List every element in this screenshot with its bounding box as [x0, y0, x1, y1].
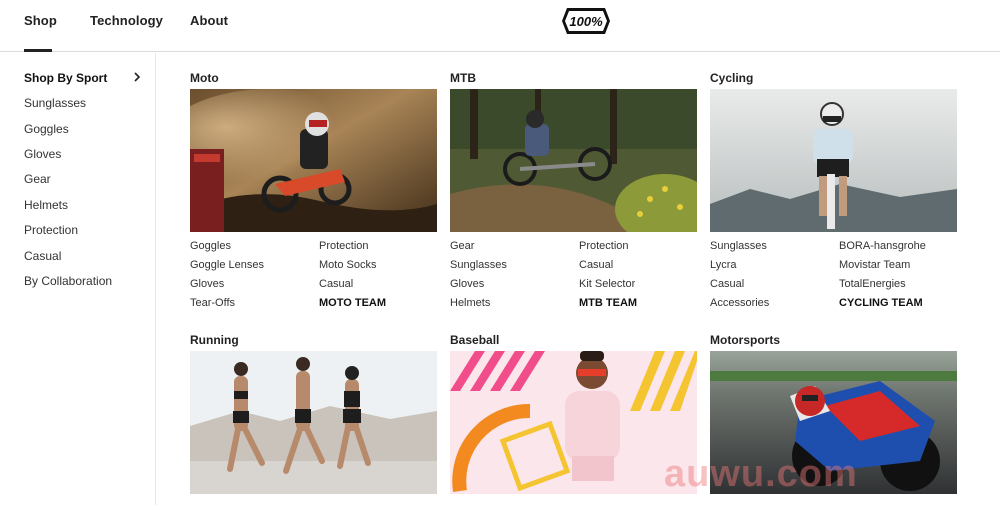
sidebar-item-gloves[interactable]: Gloves [24, 147, 61, 161]
moto-link-tear-offs[interactable]: Tear-Offs [190, 297, 235, 309]
moto-link-protection[interactable]: Protection [319, 240, 369, 252]
sidebar-item-gear[interactable]: Gear [24, 172, 51, 186]
mtb-link-helmets[interactable]: Helmets [450, 297, 490, 309]
sidebar-item-helmets[interactable]: Helmets [24, 198, 68, 212]
sport-title-baseball[interactable]: Baseball [450, 333, 499, 347]
sport-title-cycling[interactable]: Cycling [710, 71, 753, 85]
brand-logo-text: 100% [569, 14, 603, 29]
cycling-link-bora-hansgrohe[interactable]: BORA-hansgrohe [839, 240, 926, 252]
moto-link-casual[interactable]: Casual [319, 278, 353, 290]
sport-title-moto[interactable]: Moto [190, 71, 219, 85]
moto-link-goggles[interactable]: Goggles [190, 240, 231, 252]
moto-link-gloves[interactable]: Gloves [190, 278, 224, 290]
brand-logo[interactable]: 100% [561, 6, 611, 36]
sport-title-running[interactable]: Running [190, 333, 239, 347]
moto-image[interactable] [190, 89, 437, 232]
baseball-image[interactable] [450, 351, 697, 494]
cycling-link-sunglasses[interactable]: Sunglasses [710, 240, 767, 252]
mtb-link-casual[interactable]: Casual [579, 259, 613, 271]
cycling-link-accessories[interactable]: Accessories [710, 297, 769, 309]
mtb-image[interactable] [450, 89, 697, 232]
sport-title-mtb[interactable]: MTB [450, 71, 476, 85]
watermark-text: auwu.com [664, 453, 858, 495]
nav-about[interactable]: About [190, 13, 228, 28]
cycling-link-movistar-team[interactable]: Movistar Team [839, 259, 910, 271]
mtb-link-gloves[interactable]: Gloves [450, 278, 484, 290]
sport-title-motorsports[interactable]: Motorsports [710, 333, 780, 347]
nav-technology[interactable]: Technology [90, 13, 163, 28]
sidebar-item-protection[interactable]: Protection [24, 223, 78, 237]
mtb-link-protection[interactable]: Protection [579, 240, 629, 252]
sidebar-item-sunglasses[interactable]: Sunglasses [24, 96, 86, 110]
nav-shop[interactable]: Shop [24, 13, 57, 28]
moto-link-moto-socks[interactable]: Moto Socks [319, 259, 376, 271]
mtb-link-team[interactable]: MTB TEAM [579, 297, 637, 309]
moto-link-goggle-lenses[interactable]: Goggle Lenses [190, 259, 264, 271]
cycling-link-team[interactable]: CYCLING TEAM [839, 297, 923, 309]
chevron-right-icon [134, 72, 141, 82]
running-image[interactable] [190, 351, 437, 494]
sidebar-item-casual[interactable]: Casual [24, 249, 61, 263]
cycling-link-totalenergies[interactable]: TotalEnergies [839, 278, 906, 290]
cycling-link-lycra[interactable]: Lycra [710, 259, 737, 271]
mtb-link-gear[interactable]: Gear [450, 240, 474, 252]
sidebar-item-by-collaboration[interactable]: By Collaboration [24, 274, 112, 288]
sidebar-item-goggles[interactable]: Goggles [24, 122, 69, 136]
nav-active-indicator [24, 49, 52, 52]
sidebar-item-shop-by-sport[interactable]: Shop By Sport [24, 71, 107, 85]
cycling-image[interactable] [710, 89, 957, 232]
top-navigation: Shop Technology About 100% [0, 0, 1000, 52]
moto-link-team[interactable]: MOTO TEAM [319, 297, 386, 309]
mtb-link-sunglasses[interactable]: Sunglasses [450, 259, 507, 271]
cycling-link-casual[interactable]: Casual [710, 278, 744, 290]
mtb-link-kit-selector[interactable]: Kit Selector [579, 278, 635, 290]
